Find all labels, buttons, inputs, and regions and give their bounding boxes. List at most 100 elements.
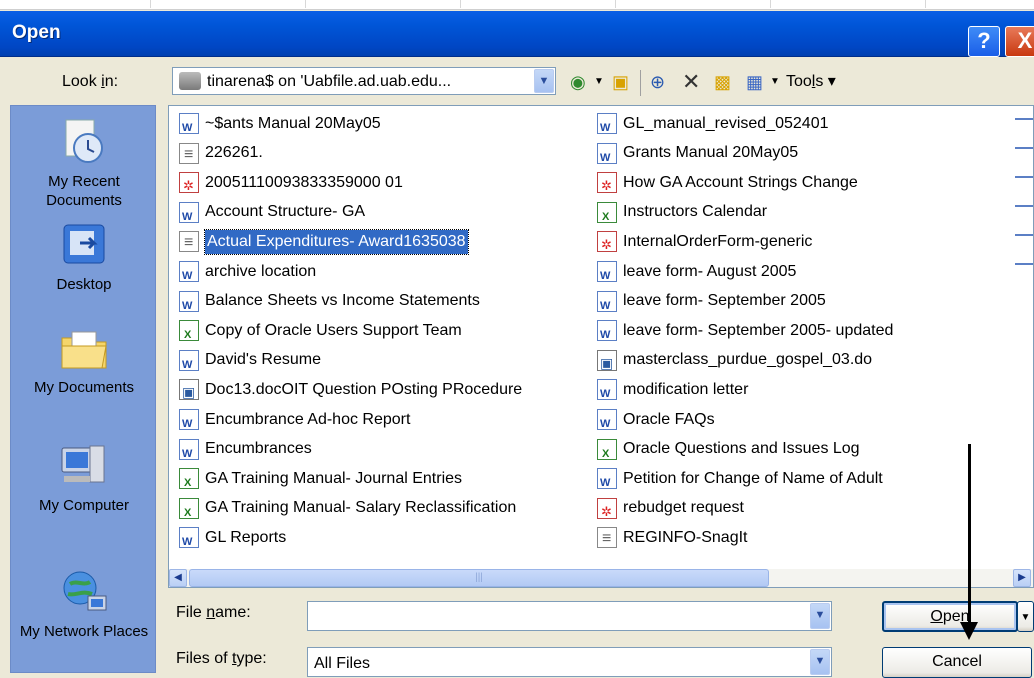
chevron-down-icon[interactable]: ▼ xyxy=(534,69,554,93)
file-item[interactable]: InternalOrderForm-generic xyxy=(597,228,812,257)
txt-file-icon xyxy=(179,142,199,167)
place-desktop[interactable]: Desktop xyxy=(11,219,157,294)
xls-file-icon xyxy=(179,468,199,495)
file-item-label: Copy of Oracle Users Support Team xyxy=(205,321,462,339)
file-item[interactable]: Oracle FAQs xyxy=(597,406,715,436)
file-item[interactable]: Copy of Oracle Users Support Team xyxy=(179,317,462,347)
views-dropdown-icon[interactable]: ▼ xyxy=(770,68,780,96)
file-item-label: GA Training Manual- Journal Entries xyxy=(205,469,463,487)
file-list[interactable]: ~$ants Manual 20May05 226261. 200511100938… xyxy=(168,105,1034,588)
doc-file-icon xyxy=(597,349,617,375)
place-my-documents[interactable]: My Documents xyxy=(11,322,157,397)
scroll-right-icon[interactable]: ▶ xyxy=(1013,569,1031,587)
word-file-icon xyxy=(597,290,617,318)
file-item[interactable]: Petition for Change of Name of Adult xyxy=(597,465,883,495)
word-file-icon xyxy=(597,142,617,170)
file-item-label: Doc13.docOIT Question POsting PRocedure xyxy=(205,380,523,398)
file-item[interactable]: leave form- August 2005 xyxy=(597,258,797,288)
word-file-icon xyxy=(179,438,199,466)
help-button[interactable]: ? xyxy=(968,26,1000,57)
views-icon[interactable]: ▦ xyxy=(746,68,763,96)
places-bar: My Recent Documents Desktop My Documents… xyxy=(10,105,156,673)
file-item[interactable]: Encumbrance Ad-hoc Report xyxy=(179,406,411,436)
file-item[interactable]: David's Resume xyxy=(179,347,321,377)
scroll-thumb[interactable]: ||| xyxy=(189,569,769,587)
file-item[interactable]: Doc13.docOIT Question POsting PRocedure xyxy=(179,376,523,404)
file-item-label: Grants Manual 20May05 xyxy=(623,144,799,162)
file-name-input[interactable]: ▼ xyxy=(307,601,832,631)
open-options-dropdown[interactable]: ▼ xyxy=(1017,601,1034,632)
pdf-file-icon xyxy=(597,172,617,198)
file-item-label: Account Structure- GA xyxy=(205,203,366,221)
chevron-down-icon[interactable]: ▼ xyxy=(810,649,830,675)
up-folder-icon[interactable]: ▣ xyxy=(612,68,629,96)
file-item-label: modification letter xyxy=(623,380,749,398)
file-item-label: leave form- August 2005 xyxy=(623,262,797,280)
horizontal-scrollbar[interactable]: ◀ ||| ▶ xyxy=(169,569,1033,587)
file-item[interactable]: leave form- September 2005- updated xyxy=(597,317,894,347)
place-network[interactable]: My Network Places xyxy=(11,566,157,641)
file-item[interactable]: Balance Sheets vs Income Statements xyxy=(179,288,480,318)
file-item-label: Balance Sheets vs Income Statements xyxy=(205,292,480,310)
look-in-value: tinarena$ on 'Uabfile.ad.uab.edu... xyxy=(207,73,452,90)
file-item-label: leave form- September 2005- updated xyxy=(623,321,894,339)
file-item[interactable]: Encumbrances xyxy=(179,436,312,466)
toolbar-separator xyxy=(640,70,641,96)
file-item[interactable]: Grants Manual 20May05 xyxy=(597,140,799,170)
file-item-label: 20051110093833359000 01 xyxy=(205,173,403,191)
txt-file-icon xyxy=(179,231,199,255)
file-item[interactable]: Account Structure- GA xyxy=(179,199,366,229)
search-web-icon[interactable]: ⊕ xyxy=(650,68,665,96)
desktop-icon xyxy=(63,224,105,264)
file-item[interactable]: GA Training Manual- Salary Reclassificat… xyxy=(179,495,516,525)
scroll-left-icon[interactable]: ◀ xyxy=(169,569,187,587)
place-recent-documents[interactable]: My Recent Documents xyxy=(11,116,157,210)
file-type-dropdown[interactable]: All Files ▼ xyxy=(307,647,832,677)
xls-file-icon xyxy=(179,497,199,525)
file-item[interactable]: Oracle Questions and Issues Log xyxy=(597,436,860,466)
back-icon[interactable]: ◉ xyxy=(570,68,586,96)
network-places-icon xyxy=(63,571,107,611)
tools-menu[interactable]: Tools ▾ xyxy=(786,68,836,96)
look-in-dropdown[interactable]: tinarena$ on 'Uabfile.ad.uab.edu... ▼ xyxy=(172,67,556,95)
file-item[interactable]: 226261. xyxy=(179,140,263,167)
pdf-file-icon xyxy=(597,231,617,257)
pdf-file-icon xyxy=(597,497,617,524)
word-file-icon xyxy=(597,113,617,140)
file-item-label: GL_manual_revised_052401 xyxy=(623,114,829,132)
cancel-button[interactable]: Cancel xyxy=(882,647,1032,678)
file-item[interactable]: REGINFO-SnagIt xyxy=(597,524,747,551)
file-item[interactable]: Actual Expenditures- Award1635038 xyxy=(179,228,469,255)
close-button[interactable]: X xyxy=(1005,26,1034,57)
annotation-arrowhead xyxy=(960,622,978,640)
file-item[interactable]: leave form- September 2005 xyxy=(597,288,826,318)
file-item-label: rebudget request xyxy=(623,499,744,517)
file-item[interactable]: GL Reports xyxy=(179,524,286,554)
chevron-down-icon[interactable]: ▼ xyxy=(810,603,830,629)
partial-column-icons xyxy=(1015,112,1033,280)
file-item[interactable]: modification letter xyxy=(597,376,749,406)
word-file-icon xyxy=(597,409,617,436)
file-item-label: How GA Account Strings Change xyxy=(623,173,858,191)
file-item-label: Actual Expenditures- Award1635038 xyxy=(204,228,469,255)
file-item[interactable]: How GA Account Strings Change xyxy=(597,169,858,198)
doc-file-icon xyxy=(179,379,199,404)
word-file-icon xyxy=(179,113,199,140)
file-item[interactable]: ~$ants Manual 20May05 xyxy=(179,110,381,140)
delete-icon[interactable]: ✕ xyxy=(682,68,700,96)
file-item[interactable]: archive location xyxy=(179,258,316,288)
file-item-label: Oracle Questions and Issues Log xyxy=(623,440,860,458)
place-my-computer[interactable]: My Computer xyxy=(11,440,157,515)
file-item[interactable]: GL_manual_revised_052401 xyxy=(597,110,829,140)
file-item[interactable]: GA Training Manual- Journal Entries xyxy=(179,465,463,495)
file-item[interactable]: Instructors Calendar xyxy=(597,199,767,229)
new-folder-icon[interactable]: ▩ xyxy=(714,68,731,96)
file-item[interactable]: rebudget request xyxy=(597,495,744,524)
word-file-icon xyxy=(597,261,617,288)
file-item[interactable]: masterclass_purdue_gospel_03.do xyxy=(597,347,872,375)
open-button[interactable]: Open xyxy=(882,601,1018,632)
file-item-label: Encumbrance Ad-hoc Report xyxy=(205,410,411,428)
word-file-icon xyxy=(597,320,617,347)
file-item[interactable]: 20051110093833359000 01 xyxy=(179,169,403,198)
back-dropdown-icon[interactable]: ▼ xyxy=(594,68,604,96)
